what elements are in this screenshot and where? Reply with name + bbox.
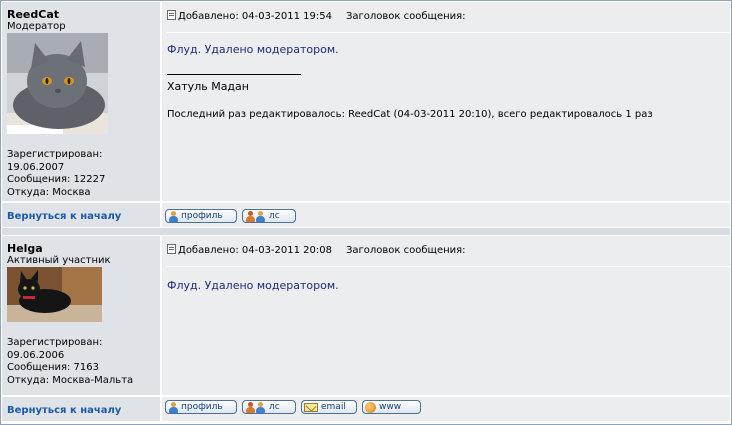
author-location: Откуда: Москва-Мальта <box>7 374 134 386</box>
avatar <box>7 267 102 322</box>
message-count: Сообщения: 7163 <box>7 362 100 373</box>
post-header: Добавлено: 04-03-2011 19:54 Заголовок соо… <box>167 2 730 33</box>
footer-divider <box>160 203 162 227</box>
back-to-top-link[interactable]: Вернуться к началу <box>7 211 121 222</box>
post-content: Добавлено: 04-03-2011 20:08 Заголовок соо… <box>162 236 730 395</box>
profile-icon <box>168 210 179 222</box>
post-icon <box>167 244 176 254</box>
back-to-top-link[interactable]: Вернуться к началу <box>7 405 121 416</box>
post-separator <box>2 228 730 235</box>
post-footer: Вернуться к началу профиль лс email www <box>2 396 730 421</box>
www-icon <box>365 401 376 413</box>
pm-icon <box>245 210 267 222</box>
www-button[interactable]: www <box>362 400 421 414</box>
post-subject-label: Заголовок сообщения: <box>345 11 466 22</box>
post-author-panel: Helga Активный участник Зарегистрирован:… <box>2 236 160 395</box>
registered-date: 19.06.2007 <box>7 161 65 173</box>
registered-label: Зарегистрирован: <box>7 149 103 160</box>
post-author-meta: Зарегистрирован: 19.06.2007 Сообщения: 1… <box>7 149 105 199</box>
post-action-buttons: профиль лс <box>165 209 296 223</box>
post-icon <box>167 10 176 20</box>
post-footer: Вернуться к началу профиль лс <box>2 202 730 227</box>
post-author-meta: Зарегистрирован: 09.06.2006 Сообщения: 7… <box>7 337 133 387</box>
post-author-name[interactable]: Helga <box>7 242 43 255</box>
post-header: Добавлено: 04-03-2011 20:08 Заголовок соо… <box>167 236 730 267</box>
post-signature: Хатуль Мадан <box>167 80 249 93</box>
post-author-name[interactable]: ReedCat <box>7 8 59 21</box>
www-button-label: www <box>379 402 402 412</box>
post-action-buttons: профиль лс email www <box>165 400 421 414</box>
registered-date: 09.06.2006 <box>7 349 65 361</box>
profile-icon <box>168 401 179 413</box>
registered-label: Зарегистрирован: <box>7 337 103 348</box>
profile-button[interactable]: профиль <box>165 209 237 223</box>
avatar <box>7 33 108 134</box>
post-content: Добавлено: 04-03-2011 19:54 Заголовок соо… <box>162 2 730 201</box>
post-edit-note: Последний раз редактировалось: ReedCat (… <box>167 109 653 120</box>
author-location: Откуда: Москва <box>7 186 91 198</box>
post-author-panel: ReedCat Модератор Зарегистрирован: 19.06… <box>2 2 160 201</box>
pm-button[interactable]: лс <box>242 400 296 414</box>
pm-button[interactable]: лс <box>242 209 296 223</box>
post-body: Флуд. Удалено модератором. <box>167 43 339 56</box>
pm-button-label: лс <box>269 402 280 412</box>
footer-divider <box>160 397 162 421</box>
profile-button-label: профиль <box>181 211 223 221</box>
post-reedcat: ReedCat Модератор Зарегистрирован: 19.06… <box>2 2 730 227</box>
profile-button[interactable]: профиль <box>165 400 237 414</box>
post-date: Добавлено: 04-03-2011 19:54 <box>178 11 332 22</box>
signature-divider <box>167 74 301 75</box>
profile-button-label: профиль <box>181 402 223 412</box>
email-button[interactable]: email <box>301 400 357 414</box>
pm-icon <box>245 401 267 413</box>
post-subject-label: Заголовок сообщения: <box>345 245 466 256</box>
pm-button-label: лс <box>269 211 280 221</box>
post-author-rank: Модератор <box>7 21 66 32</box>
post-author-rank: Активный участник <box>7 255 111 266</box>
post-date: Добавлено: 04-03-2011 20:08 <box>178 245 332 256</box>
email-icon <box>304 402 318 412</box>
forum-topic: ReedCat Модератор Зарегистрирован: 19.06… <box>0 0 732 425</box>
email-button-label: email <box>321 402 346 412</box>
post-helga: Helga Активный участник Зарегистрирован:… <box>2 236 730 422</box>
post-body: Флуд. Удалено модератором. <box>167 279 339 292</box>
message-count: Сообщения: 12227 <box>7 174 106 185</box>
